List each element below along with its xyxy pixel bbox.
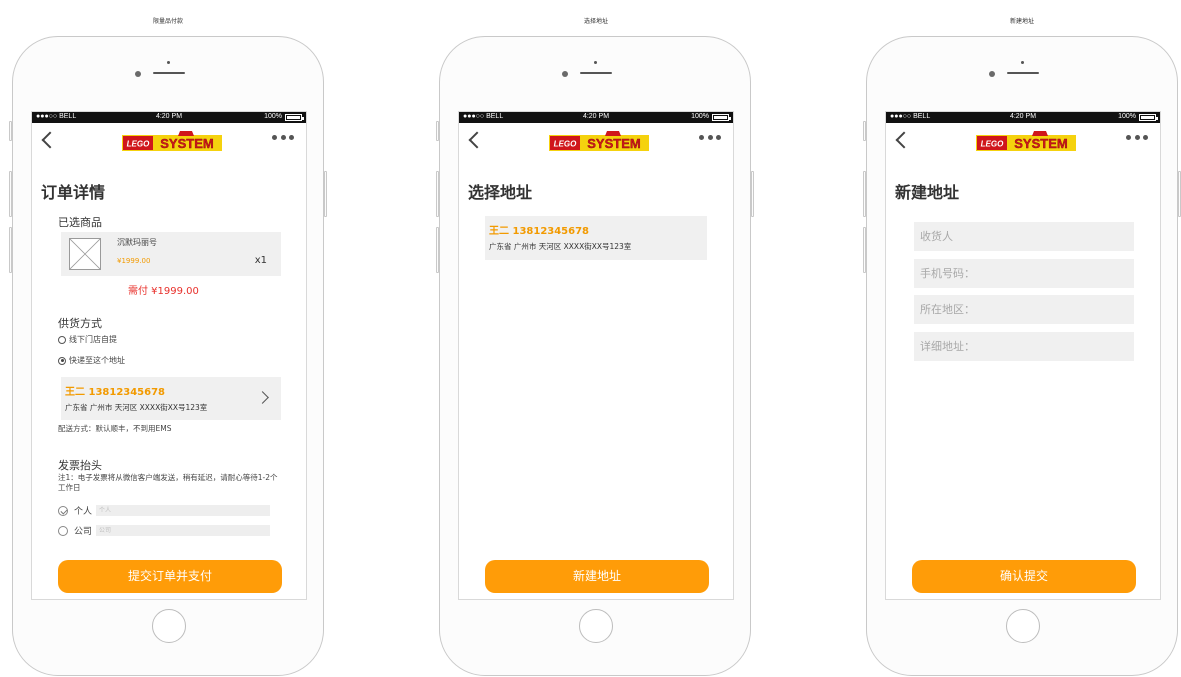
address-detail: 广东省 广州市 天河区 XXXX街XX号123室 (65, 403, 208, 412)
supply-method-label: 供货方式 (58, 317, 102, 330)
submit-order-button[interactable]: 提交订单并支付 (58, 560, 282, 593)
status-bar: ●●●○○ BELL 4:20 PM 100% (32, 112, 306, 123)
mute-switch (863, 121, 866, 141)
volume-down-button (9, 227, 12, 273)
page-title: 选择地址 (468, 183, 533, 202)
phone-frame-new-address: ●●●○○ BELL 4:20 PM 100% LEGO SYSTEM 新建地址… (863, 36, 1181, 676)
nav-bar: LEGO SYSTEM (32, 123, 306, 153)
screen-label-new-address: 新建地址 (1009, 18, 1034, 25)
svg-text:SYSTEM: SYSTEM (587, 136, 640, 151)
region-field[interactable]: 所在地区： (914, 295, 1134, 324)
volume-up-button (863, 171, 866, 217)
volume-down-button (863, 227, 866, 273)
back-icon[interactable] (895, 131, 913, 149)
more-icon[interactable] (1126, 135, 1148, 141)
lego-system-logo: LEGO SYSTEM (122, 131, 222, 151)
power-button (751, 171, 754, 217)
svg-text:SYSTEM: SYSTEM (1014, 136, 1067, 151)
speaker-grille (153, 72, 185, 74)
detail-address-field[interactable]: 详细地址： (914, 332, 1134, 361)
total-amount: 需付 ¥1999.00 (128, 286, 199, 297)
invoice-note: 注1：电子发票将从微信客户端发送，稍有延迟，请耐心等待1-2个工作日 (58, 473, 278, 492)
recipient-field[interactable]: 收货人 (914, 222, 1134, 251)
volume-down-button (436, 227, 439, 273)
address-name-phone: 王二 13812345678 (65, 387, 166, 398)
address-card[interactable]: 王二 13812345678 广东省 广州市 天河区 XXXX街XX号123室 (61, 377, 281, 420)
product-name: 沉默玛丽号 (117, 238, 157, 247)
more-icon[interactable] (699, 135, 721, 141)
screen-label-select-address: 选择地址 (583, 18, 608, 25)
back-icon[interactable] (468, 131, 486, 149)
invoice-option-personal[interactable]: 个人 个人 (58, 504, 282, 517)
svg-text:LEGO: LEGO (981, 140, 1004, 149)
phone-frame-order: ●●●○○ BELL 4:20 PM 100% LEGO SYSTEM 订单详情… (9, 36, 327, 676)
page-title: 新建地址 (895, 183, 960, 202)
back-icon[interactable] (41, 131, 59, 149)
product-image-placeholder (69, 238, 101, 270)
home-button[interactable] (152, 609, 186, 643)
lego-system-logo: LEGO SYSTEM (549, 131, 649, 151)
lego-system-logo: LEGO SYSTEM (976, 131, 1076, 151)
product-item[interactable]: 沉默玛丽号 ¥1999.00 x1 (61, 232, 281, 276)
home-button[interactable] (579, 609, 613, 643)
invoice-label: 发票抬头 (58, 459, 102, 472)
new-address-button[interactable]: 新建地址 (485, 560, 709, 593)
page-title: 订单详情 (41, 183, 106, 202)
svg-text:LEGO: LEGO (127, 140, 150, 149)
circle-icon[interactable] (58, 525, 68, 536)
volume-up-button (9, 171, 12, 217)
camera-icon (989, 71, 995, 77)
phone-frame-select-address: ●●●○○ BELL 4:20 PM 100% LEGO SYSTEM 选择地址… (436, 36, 754, 676)
nav-bar: LEGO SYSTEM (886, 123, 1160, 153)
radio-button[interactable] (58, 335, 66, 344)
address-detail: 广东省 广州市 天河区 XXXX街XX号123室 (489, 242, 632, 251)
volume-up-button (436, 171, 439, 217)
sensor-dot (1021, 61, 1024, 64)
battery-percent: 100% (1118, 113, 1136, 120)
selected-products-label: 已选商品 (58, 216, 102, 229)
mute-switch (9, 121, 12, 141)
battery-icon (1139, 114, 1158, 121)
screen-label-payment: 限量品付款 (152, 18, 183, 25)
battery-percent: 100% (264, 113, 282, 120)
sensor-dot (594, 61, 597, 64)
chevron-right-icon (256, 391, 269, 404)
nav-bar: LEGO SYSTEM (459, 123, 733, 153)
sensor-dot (167, 61, 170, 64)
delivery-note: 配送方式：默认顺丰，不到用EMS (58, 424, 172, 433)
home-button[interactable] (1006, 609, 1040, 643)
status-bar: ●●●○○ BELL 4:20 PM 100% (886, 112, 1160, 123)
svg-text:LEGO: LEGO (554, 140, 577, 149)
camera-icon (135, 71, 141, 77)
more-icon[interactable] (272, 135, 294, 141)
address-card[interactable]: 王二 13812345678 广东省 广州市 天河区 XXXX街XX号123室 (485, 216, 707, 260)
confirm-submit-button[interactable]: 确认提交 (912, 560, 1136, 593)
invoice-option-company[interactable]: 公司 公司 (58, 524, 282, 537)
screen-order-detail: ●●●○○ BELL 4:20 PM 100% LEGO SYSTEM 订单详情… (31, 111, 307, 600)
phone-number-field[interactable]: 手机号码： (914, 259, 1134, 288)
speaker-grille (580, 72, 612, 74)
address-name-phone: 王二 13812345678 (489, 226, 590, 237)
mute-switch (436, 121, 439, 141)
speaker-grille (1007, 72, 1039, 74)
screen-new-address: ●●●○○ BELL 4:20 PM 100% LEGO SYSTEM 新建地址… (885, 111, 1161, 600)
invoice-company-input[interactable]: 公司 (96, 525, 271, 536)
invoice-personal-input[interactable]: 个人 (96, 505, 271, 516)
power-button (324, 171, 327, 217)
battery-icon (285, 114, 304, 121)
screen-select-address: ●●●○○ BELL 4:20 PM 100% LEGO SYSTEM 选择地址… (458, 111, 734, 600)
check-circle-icon[interactable] (58, 505, 68, 516)
radio-button-checked[interactable] (58, 356, 66, 365)
battery-percent: 100% (691, 113, 709, 120)
supply-option-express[interactable]: 快递至这个地址 (58, 355, 125, 366)
battery-icon (712, 114, 731, 121)
status-bar: ●●●○○ BELL 4:20 PM 100% (459, 112, 733, 123)
supply-option-pickup[interactable]: 线下门店自提 (58, 334, 117, 345)
product-price: ¥1999.00 (117, 257, 151, 265)
svg-text:SYSTEM: SYSTEM (160, 136, 213, 151)
camera-icon (562, 71, 568, 77)
product-quantity: x1 (254, 255, 267, 266)
